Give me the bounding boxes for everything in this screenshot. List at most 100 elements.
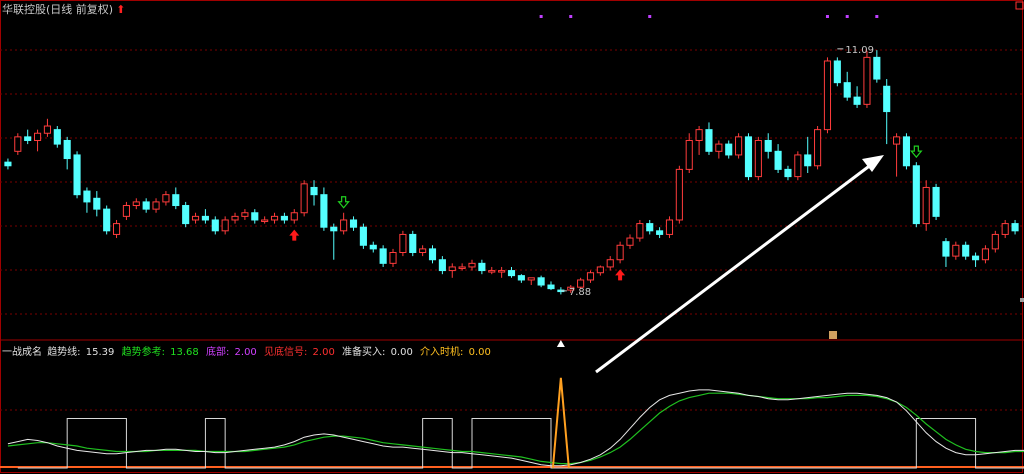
candle-up — [1001, 223, 1009, 235]
candle-down — [73, 154, 81, 196]
candle — [922, 180, 930, 231]
candle-down — [902, 136, 911, 167]
candle-up — [340, 219, 348, 232]
candle-down — [537, 277, 545, 286]
price-chart[interactable]: 11.09 7.88 — [0, 0, 1024, 474]
annotation-high: 11.09 — [845, 45, 874, 56]
candle-up — [498, 270, 506, 273]
candle-down — [883, 85, 891, 113]
candle-down — [507, 270, 516, 277]
candle-up — [685, 139, 693, 170]
trend-arrow-line — [595, 162, 873, 374]
candle — [132, 198, 140, 210]
candle — [221, 216, 229, 235]
candle — [241, 209, 249, 220]
candle — [83, 187, 91, 213]
corner-marker — [1015, 1, 1024, 10]
candle — [735, 133, 743, 159]
candle-down — [201, 215, 209, 221]
candle — [537, 275, 545, 288]
candle-down — [656, 230, 664, 235]
candle — [596, 265, 604, 276]
candle-down — [93, 197, 101, 210]
candle — [320, 187, 328, 231]
candle-up — [448, 266, 456, 272]
candle-down — [972, 255, 980, 261]
candle-up — [458, 266, 466, 269]
sub-indicator-pane — [7, 377, 1024, 469]
candle-up — [863, 56, 871, 105]
candle — [122, 201, 130, 220]
candle — [310, 180, 318, 206]
candle — [191, 212, 200, 224]
candle-up — [952, 244, 960, 257]
candle-down — [547, 284, 555, 290]
candle — [112, 219, 121, 239]
candle — [991, 230, 999, 253]
candle-down — [833, 60, 841, 84]
candle-down — [251, 212, 259, 221]
purple-mark — [875, 15, 879, 18]
candle — [705, 122, 713, 155]
orange-spike — [551, 377, 570, 469]
candle — [172, 187, 180, 210]
candle-up — [991, 233, 999, 250]
candle-down — [646, 223, 654, 232]
candle-up — [241, 212, 249, 217]
candle — [804, 136, 812, 173]
candle — [952, 241, 960, 260]
candle-down — [873, 56, 881, 80]
candle-up — [636, 223, 644, 239]
candle — [616, 241, 624, 264]
candle — [527, 277, 535, 286]
candle — [962, 241, 970, 260]
candle — [843, 71, 851, 101]
title-bar: 华联控股(日线 前复权) ⬆ — [2, 1, 125, 17]
annotation-low: 7.88 — [569, 287, 591, 298]
candle-up — [132, 201, 140, 207]
indicator-trend-line: 趋势线: 15.39 — [47, 347, 115, 358]
candle — [1011, 219, 1019, 235]
candle — [251, 209, 259, 224]
candle — [517, 274, 525, 283]
candle — [468, 259, 476, 271]
purple-mark — [825, 15, 829, 18]
candle — [873, 50, 881, 83]
candle-down — [478, 262, 486, 272]
candle-down — [912, 165, 920, 225]
candle — [685, 133, 693, 173]
candle-up — [290, 212, 298, 221]
candle-up — [261, 219, 269, 222]
candle — [498, 266, 506, 278]
candle — [280, 212, 288, 224]
indicator-entry-timing: 介入时机: 0.00 — [420, 347, 491, 358]
purple-mark — [648, 15, 652, 18]
candle — [478, 259, 486, 275]
candles[interactable] — [4, 50, 1019, 295]
candle — [725, 140, 733, 159]
candle-up — [922, 186, 930, 225]
candle-up — [122, 205, 130, 217]
candle-down — [409, 233, 417, 254]
candle-up — [814, 129, 822, 167]
candle-up — [191, 215, 200, 221]
red-up-arrow-icon — [615, 269, 626, 281]
candle-up — [695, 129, 703, 141]
candle — [389, 248, 397, 267]
candle — [981, 245, 990, 264]
candle-up — [112, 223, 121, 235]
candle-up — [794, 154, 802, 178]
candle — [43, 118, 51, 137]
candle-down — [4, 161, 12, 167]
green-down-arrow-icon — [910, 145, 923, 159]
candle-up — [162, 194, 170, 203]
candle — [764, 133, 772, 159]
candle — [93, 191, 101, 217]
candle — [270, 212, 279, 224]
candle-down — [942, 241, 950, 257]
candle-down — [517, 275, 525, 281]
candle — [261, 216, 269, 224]
candle — [53, 126, 61, 148]
candle-up — [300, 183, 308, 214]
candle — [300, 180, 308, 217]
